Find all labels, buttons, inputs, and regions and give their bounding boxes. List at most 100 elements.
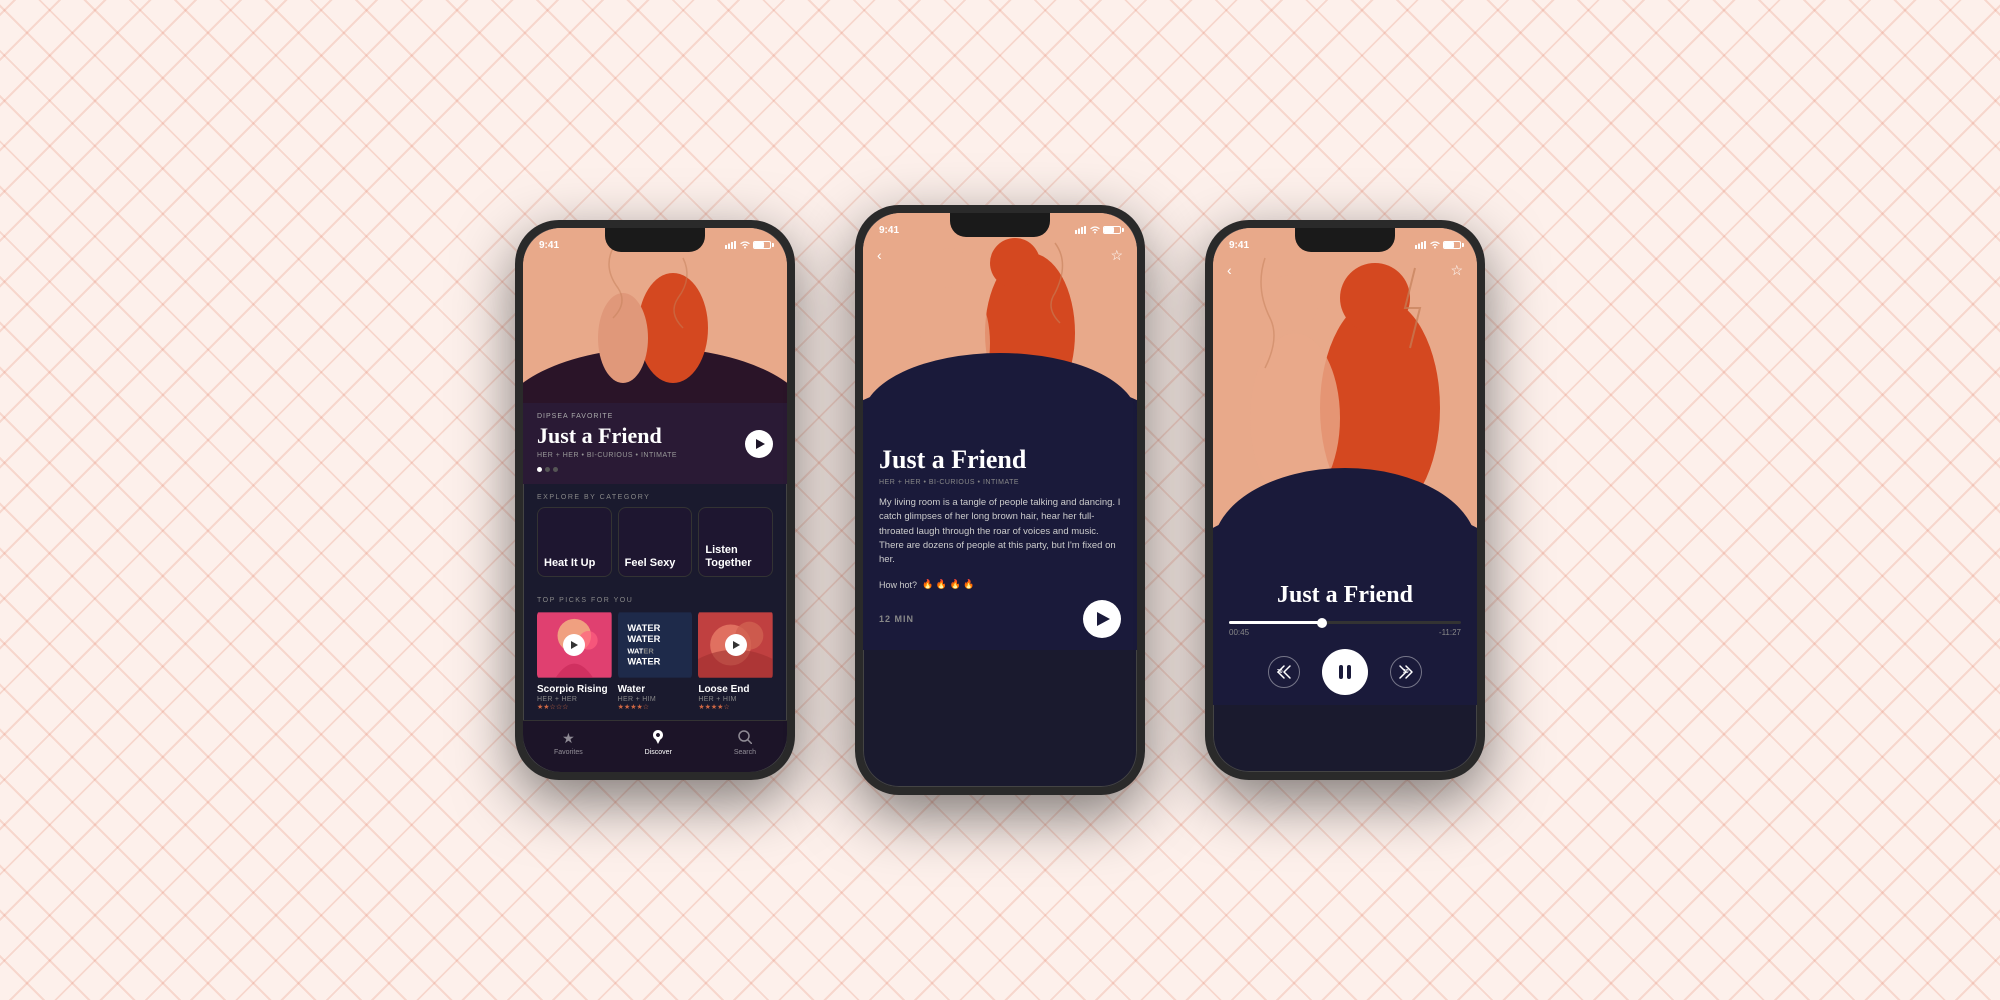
pick-art-3 (698, 610, 773, 680)
tab-bar: ★ Favorites Discover Search (523, 720, 787, 772)
pick-3-name: Loose End (698, 684, 773, 696)
pick-2-artwork: WATER WATER WATER WATER (618, 610, 693, 680)
category-label-2: Feel Sexy (625, 557, 676, 570)
pause-bar-right (1347, 665, 1351, 679)
time-1: 9:41 (539, 240, 559, 251)
flame-1: 🔥 (922, 579, 933, 589)
pick-art-2: WATER WATER WATER WATER (618, 610, 693, 680)
player-content: Just a Friend 00:45 -11:27 30 (1213, 568, 1477, 705)
player-controls: 30 30 (1229, 649, 1461, 695)
dipsea-label: DIPSEA FAVORITE (537, 413, 773, 420)
wifi-icon-3 (1430, 241, 1440, 249)
signal-icon (725, 241, 737, 249)
tab-search[interactable]: Search (734, 730, 756, 756)
player-hero: ‹ ☆ (1213, 228, 1477, 568)
card-play-button[interactable] (745, 430, 773, 458)
dot-3 (553, 467, 558, 472)
pause-bar-left (1339, 665, 1343, 679)
phone-1: 9:41 (515, 220, 795, 780)
status-icons-2 (1075, 226, 1121, 234)
rewind-button[interactable]: 30 (1268, 656, 1300, 688)
pick-item-2[interactable]: WATER WATER WATER WATER Water HER + HIM … (618, 610, 693, 711)
status-bar-2: 9:41 (863, 213, 1137, 241)
player-times: 00:45 -11:27 (1229, 628, 1461, 637)
discover-icon (650, 730, 666, 747)
pick-item-3[interactable]: Loose End HER + HIM ★★★★☆ (698, 610, 773, 711)
dot-2 (545, 467, 550, 472)
battery-icon-3 (1443, 241, 1461, 249)
time-2: 9:41 (879, 225, 899, 236)
explore-label: EXPLORE BY CATEGORY (523, 484, 787, 507)
svg-text:WATER: WATER (627, 657, 660, 667)
signal-icon-3 (1415, 241, 1427, 249)
flame-3: 🔥 (950, 579, 961, 589)
card-subtitle: HER + HER • BI-CURIOUS • INTIMATE (537, 452, 773, 459)
player-back-button[interactable]: ‹ (1227, 262, 1232, 279)
forward-button[interactable]: 30 (1390, 656, 1422, 688)
card-title: Just a Friend (537, 424, 773, 448)
svg-text:WATER: WATER (627, 623, 660, 633)
play-triangle-icon (1097, 612, 1110, 626)
pick-1-play-button[interactable] (563, 634, 585, 656)
status-icons-3 (1415, 241, 1461, 249)
wifi-icon-2 (1090, 226, 1100, 234)
favorite-button[interactable]: ☆ (1110, 247, 1123, 264)
player-favorite-button[interactable]: ☆ (1450, 262, 1463, 279)
category-heat-it-up[interactable]: Heat It Up (537, 507, 612, 577)
svg-text:30: 30 (1277, 669, 1283, 675)
rewind-icon: 30 (1274, 663, 1294, 681)
category-label-3: Listen Together (705, 544, 766, 570)
play-icon (733, 641, 740, 649)
story-footer: 12 MIN (879, 600, 1121, 638)
dot-1 (537, 467, 542, 472)
time-3: 9:41 (1229, 240, 1249, 251)
favorites-label: Favorites (554, 749, 583, 756)
story-description: My living room is a tangle of people tal… (879, 496, 1121, 567)
signal-icon-2 (1075, 226, 1087, 234)
battery-icon (753, 241, 771, 249)
phone-3: 9:41 (1205, 220, 1485, 780)
tab-discover[interactable]: Discover (645, 730, 672, 756)
card-pagination (537, 467, 773, 472)
pick-item-1[interactable]: Scorpio Rising HER + HER ★★☆☆☆ (537, 610, 612, 711)
tab-favorites[interactable]: ★ Favorites (554, 730, 583, 756)
svg-text:WATER: WATER (627, 634, 660, 644)
how-hot-label: How hot? (879, 580, 917, 590)
pick-1-meta: HER + HER (537, 696, 612, 703)
category-grid: Heat It Up Feel Sexy Listen Together (523, 507, 787, 587)
status-bar-1: 9:41 (523, 228, 787, 256)
pick-3-meta: HER + HIM (698, 696, 773, 703)
forward-icon: 30 (1396, 663, 1416, 681)
category-feel-sexy[interactable]: Feel Sexy (618, 507, 693, 577)
category-listen-together[interactable]: Listen Together (698, 507, 773, 577)
back-button[interactable]: ‹ (877, 247, 882, 264)
progress-bar[interactable] (1229, 621, 1461, 624)
favorites-icon: ★ (562, 730, 575, 747)
story-content: Just a Friend HER + HER • BI-CURIOUS • I… (863, 433, 1137, 650)
pick-2-stars: ★★★★☆ (618, 703, 693, 711)
player-pause-button[interactable] (1322, 649, 1368, 695)
search-label: Search (734, 749, 756, 756)
player-title: Just a Friend (1229, 582, 1461, 609)
svg-text:WATER: WATER (627, 647, 654, 656)
time-remaining: -11:27 (1439, 628, 1461, 637)
pick-art-1 (537, 610, 612, 680)
progress-fill (1229, 621, 1322, 624)
picks-grid: Scorpio Rising HER + HER ★★☆☆☆ WATER WAT… (523, 610, 787, 721)
progress-knob[interactable] (1317, 618, 1327, 628)
svg-text:30: 30 (1403, 669, 1409, 675)
picks-label: TOP PICKS FOR YOU (523, 587, 787, 610)
story-tags: HER + HER • BI-CURIOUS • INTIMATE (879, 479, 1121, 486)
player-nav: ‹ ☆ (1213, 256, 1477, 285)
story-hero: ‹ ☆ (863, 213, 1137, 433)
story-title: Just a Friend (879, 445, 1121, 475)
pick-2-name: Water (618, 684, 693, 696)
flame-4: 🔥 (963, 579, 974, 589)
search-icon (738, 730, 752, 747)
heat-rating: How hot? 🔥 🔥 🔥 🔥 (879, 579, 1121, 590)
category-label-1: Heat It Up (544, 557, 595, 570)
pick-3-play-button[interactable] (725, 634, 747, 656)
battery-icon-2 (1103, 226, 1121, 234)
story-play-button[interactable] (1083, 600, 1121, 638)
discover-label: Discover (645, 749, 672, 756)
